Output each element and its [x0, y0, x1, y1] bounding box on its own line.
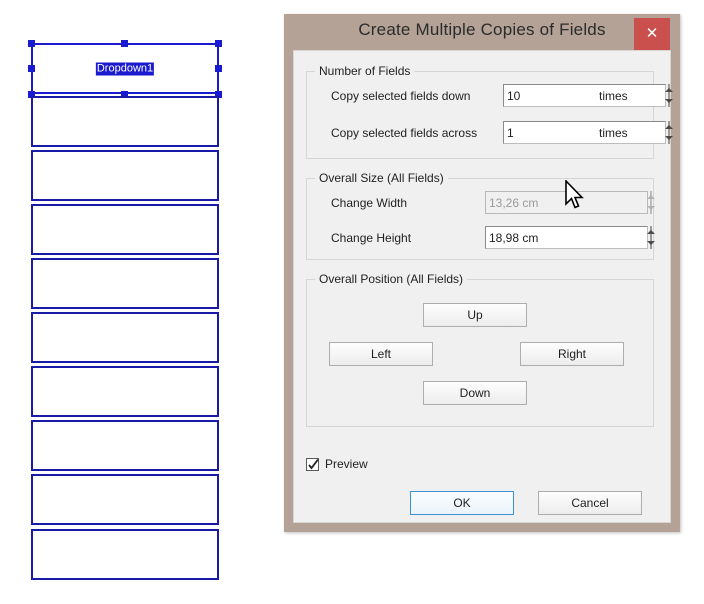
form-field-copy[interactable]	[31, 474, 219, 525]
ok-button[interactable]: OK	[410, 491, 514, 515]
form-field-copy[interactable]	[31, 529, 219, 580]
group-number-of-fields-title: Number of Fields	[315, 64, 415, 78]
chevron-down-icon	[665, 98, 673, 103]
group-overall-size-title: Overall Size (All Fields)	[315, 171, 448, 185]
suffix-copy-down: times	[599, 89, 628, 103]
group-overall-position-title: Overall Position (All Fields)	[315, 272, 468, 286]
change-height-increment-button[interactable]	[647, 226, 655, 238]
copy-across-increment-button[interactable]	[665, 121, 673, 133]
form-field-copy[interactable]	[31, 366, 219, 417]
close-icon[interactable]: ✕	[634, 18, 670, 50]
resize-handle-top-center[interactable]	[121, 40, 128, 47]
preview-checkbox[interactable]	[306, 457, 319, 471]
dialog-title: Create Multiple Copies of Fields	[358, 20, 606, 39]
move-up-button[interactable]: Up	[423, 303, 527, 327]
label-change-width: Change Width	[331, 196, 408, 210]
move-right-button[interactable]: Right	[520, 342, 624, 366]
change-height-spin-buttons[interactable]	[647, 226, 655, 249]
copy-across-spin-buttons[interactable]	[665, 121, 673, 144]
dialog-body: Number of Fields Copy selected fields do…	[293, 50, 673, 523]
form-field-label: Dropdown1	[95, 62, 155, 75]
resize-handle-middle-left[interactable]	[28, 65, 35, 72]
label-change-height: Change Height	[331, 231, 412, 245]
preview-checkbox-row[interactable]: Preview	[306, 457, 368, 471]
suffix-copy-across: times	[599, 126, 628, 140]
chevron-up-icon	[665, 87, 673, 92]
change-height-decrement-button[interactable]	[647, 237, 655, 249]
preview-label: Preview	[325, 457, 368, 471]
change-width-input	[485, 191, 648, 214]
copy-down-spin-buttons[interactable]	[665, 84, 673, 107]
create-multiple-copies-dialog: Create Multiple Copies of Fields ✕ Numbe…	[284, 14, 680, 532]
chevron-up-icon	[647, 194, 655, 199]
form-field-copy[interactable]	[31, 96, 219, 147]
form-field-copy[interactable]	[31, 204, 219, 255]
copy-across-decrement-button[interactable]	[665, 132, 673, 144]
label-copy-down: Copy selected fields down	[331, 89, 471, 103]
checkmark-icon	[308, 458, 319, 469]
resize-handle-top-right[interactable]	[215, 40, 222, 47]
copy-down-increment-button[interactable]	[665, 84, 673, 96]
form-field-copy[interactable]	[31, 312, 219, 363]
copy-down-stepper[interactable]	[503, 84, 673, 107]
chevron-up-icon	[647, 229, 655, 234]
resize-handle-top-left[interactable]	[28, 40, 35, 47]
change-width-decrement-button	[647, 202, 655, 214]
move-left-button[interactable]: Left	[329, 342, 433, 366]
copy-across-input[interactable]	[503, 121, 666, 144]
chevron-up-icon	[665, 124, 673, 129]
change-width-stepper	[485, 191, 655, 214]
copy-down-input[interactable]	[503, 84, 666, 107]
chevron-down-icon	[647, 240, 655, 245]
change-height-input[interactable]	[485, 226, 648, 249]
change-height-stepper[interactable]	[485, 226, 655, 249]
chevron-down-icon	[665, 135, 673, 140]
change-width-spin-buttons	[647, 191, 655, 214]
group-overall-size: Overall Size (All Fields) Change Width C…	[306, 171, 655, 260]
group-overall-position: Overall Position (All Fields) Up Left Ri…	[306, 272, 654, 427]
group-number-of-fields: Number of Fields Copy selected fields do…	[306, 64, 673, 159]
form-field-selected[interactable]: Dropdown1	[31, 43, 219, 94]
copy-down-decrement-button[interactable]	[665, 95, 673, 107]
form-canvas[interactable]: Dropdown1	[0, 0, 270, 604]
form-field-copy[interactable]	[31, 150, 219, 201]
change-width-increment-button	[647, 191, 655, 203]
copy-across-stepper[interactable]	[503, 121, 673, 144]
form-field-copy[interactable]	[31, 420, 219, 471]
label-copy-across: Copy selected fields across	[331, 126, 478, 140]
dialog-titlebar[interactable]: Create Multiple Copies of Fields ✕	[284, 14, 680, 50]
cancel-button[interactable]: Cancel	[538, 491, 642, 515]
move-down-button[interactable]: Down	[423, 381, 527, 405]
chevron-down-icon	[647, 205, 655, 210]
form-field-copy[interactable]	[31, 258, 219, 309]
resize-handle-middle-right[interactable]	[215, 65, 222, 72]
